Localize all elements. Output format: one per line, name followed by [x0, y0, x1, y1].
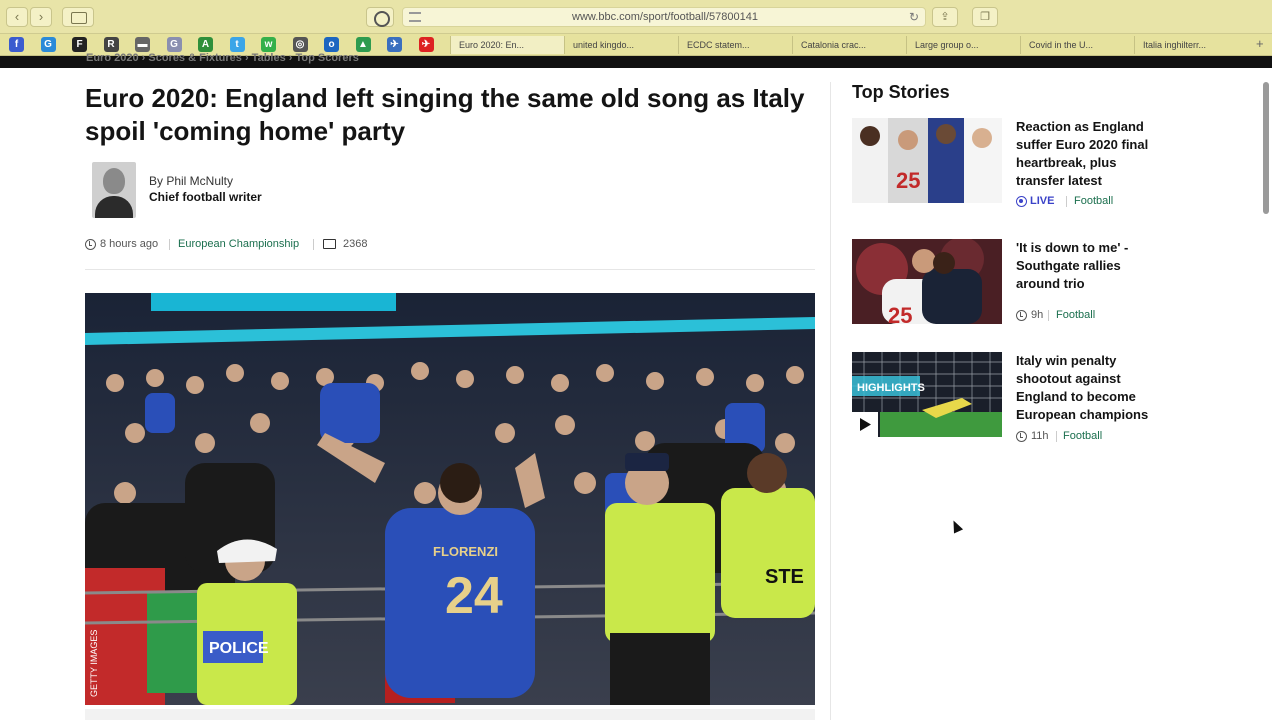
- clock-icon: [1016, 310, 1027, 321]
- image-caption-strip: [85, 709, 815, 720]
- g-bookmark-icon[interactable]: G: [40, 37, 56, 52]
- top-stories-heading: Top Stories: [852, 82, 950, 102]
- topic-link[interactable]: European Championship: [178, 238, 299, 250]
- g2-bookmark-icon[interactable]: G: [166, 37, 182, 52]
- site-nav-bar: Euro 2020 › Scores & Fixtures › Tables ›…: [0, 52, 1272, 68]
- category-link[interactable]: Football: [1063, 430, 1102, 442]
- r-bookmark-icon[interactable]: R: [103, 37, 119, 52]
- steward-vest-text: STE: [765, 566, 804, 588]
- facebook-bookmark-icon[interactable]: f: [9, 37, 24, 52]
- thumb-number: 25: [896, 168, 920, 193]
- clock-icon: [85, 239, 96, 250]
- browser-tab[interactable]: united kingdo...: [564, 36, 678, 54]
- story-title[interactable]: Italy win penalty shootout against Engla…: [1016, 352, 1166, 424]
- hero-image: FLORENZI 24 POLICE STE GETTY IMAGES: [85, 293, 815, 705]
- red-arrow-bookmark-icon[interactable]: ✈: [418, 37, 434, 52]
- drive-bookmark-icon[interactable]: ▲: [355, 37, 371, 52]
- meta-divider: [1056, 431, 1057, 442]
- live-badge: LIVE: [1030, 195, 1055, 207]
- story-time: 9h: [1031, 309, 1044, 321]
- f-bold-bookmark-icon[interactable]: F: [72, 37, 87, 52]
- new-tab-button[interactable]: +: [1256, 36, 1264, 51]
- story-time: 11h: [1031, 430, 1049, 442]
- column-divider: [830, 82, 831, 720]
- outlook-bookmark-icon[interactable]: o: [324, 37, 339, 52]
- meta-divider: [313, 239, 314, 250]
- meta-divider-line: [85, 269, 815, 270]
- police-sign: POLICE: [209, 640, 269, 657]
- browser-tab[interactable]: Large group o...: [906, 36, 1020, 54]
- browser-tab[interactable]: Catalonia crac...: [792, 36, 906, 54]
- address-bar[interactable]: www.bbc.com/sport/football/57800141 ↻: [402, 7, 926, 27]
- shirt-name: FLORENZI: [433, 544, 498, 559]
- scrollbar-thumb[interactable]: [1263, 82, 1269, 214]
- author-photo: [92, 162, 136, 218]
- meta-divider: [169, 239, 170, 250]
- shirt-number: 24: [445, 567, 503, 625]
- page-content: Euro 2020: England left singing the same…: [0, 68, 1272, 720]
- article-title: Euro 2020: England left singing the same…: [85, 83, 805, 146]
- browser-tab[interactable]: Italia inghilterr...: [1134, 36, 1248, 54]
- browser-toolbar: ‹ › www.bbc.com/sport/football/57800141 …: [0, 0, 1272, 34]
- clock-icon: [1016, 431, 1027, 442]
- forward-button[interactable]: ›: [30, 7, 52, 27]
- meta-divider: [1066, 196, 1067, 207]
- instagram-bookmark-icon[interactable]: ◎: [292, 37, 308, 52]
- thumb-number: 25: [888, 303, 912, 324]
- story-thumbnail[interactable]: HIGHLIGHTS: [852, 352, 1002, 437]
- photo-credit: GETTY IMAGES: [89, 630, 99, 697]
- category-link[interactable]: Football: [1056, 309, 1095, 321]
- author-byline: By Phil McNulty: [149, 174, 234, 188]
- browser-tab[interactable]: ECDC statem...: [678, 36, 792, 54]
- bar-bookmark-icon[interactable]: ▬: [135, 37, 150, 52]
- reload-icon[interactable]: ↻: [909, 10, 919, 24]
- twitter-bookmark-icon[interactable]: t: [229, 37, 245, 52]
- back-button[interactable]: ‹: [6, 7, 28, 27]
- tab-overview-icon[interactable]: ❐: [972, 7, 998, 27]
- author-role: Chief football writer: [149, 190, 262, 204]
- story-thumbnail[interactable]: 25: [852, 239, 1002, 324]
- url-text: www.bbc.com/sport/football/57800141: [572, 11, 758, 23]
- story-title[interactable]: 'It is down to me' - Southgate rallies a…: [1016, 239, 1166, 293]
- sidebar-toggle-icon[interactable]: [62, 7, 94, 27]
- mouse-cursor-icon: [948, 518, 964, 534]
- comments-icon[interactable]: [323, 239, 336, 249]
- publish-time: 8 hours ago: [100, 238, 159, 250]
- story-thumbnail[interactable]: 25: [852, 118, 1002, 203]
- a-bookmark-icon[interactable]: A: [198, 37, 213, 52]
- story-title[interactable]: Reaction as England suffer Euro 2020 fin…: [1016, 118, 1166, 190]
- privacy-shield-icon[interactable]: [366, 7, 394, 27]
- comment-count[interactable]: 2368: [343, 238, 367, 250]
- browser-tab[interactable]: Covid in the U...: [1020, 36, 1134, 54]
- page-scrollbar[interactable]: [1262, 68, 1270, 720]
- site-nav-links[interactable]: Euro 2020 › Scores & Fixtures › Tables ›…: [86, 52, 359, 64]
- share-icon[interactable]: ⇪: [932, 7, 958, 27]
- highlights-label: HIGHLIGHTS: [857, 382, 925, 394]
- browser-tab[interactable]: Euro 2020: En...: [450, 36, 564, 54]
- arrow-bookmark-icon[interactable]: ✈: [387, 37, 402, 52]
- category-link[interactable]: Football: [1074, 195, 1113, 207]
- meta-divider: [1048, 310, 1049, 321]
- live-icon: [1016, 196, 1027, 207]
- whatsapp-bookmark-icon[interactable]: w: [261, 37, 276, 52]
